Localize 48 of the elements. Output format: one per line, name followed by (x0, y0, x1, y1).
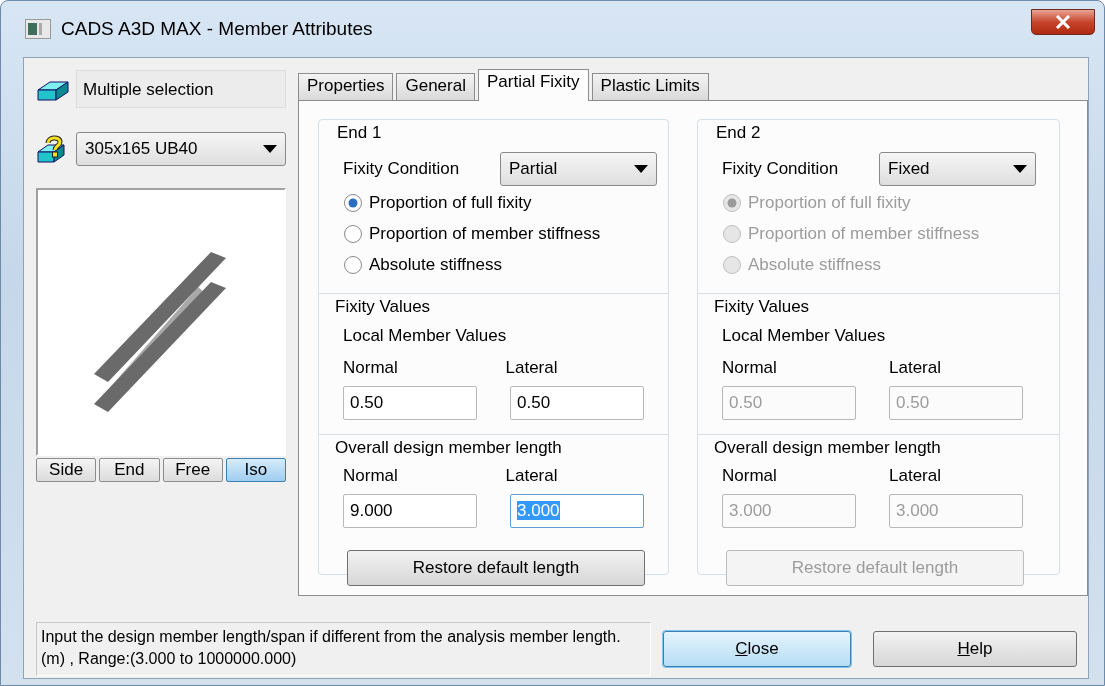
radio-button[interactable] (343, 255, 363, 275)
option-label: Absolute stiffness (748, 254, 881, 277)
field-label: Normal (722, 356, 778, 379)
tab[interactable]: Plastic Limits (591, 73, 709, 100)
field-label: Lateral (505, 464, 559, 487)
restore-default-button[interactable]: Restore default length (347, 550, 645, 586)
close-button[interactable] (1031, 9, 1095, 35)
field-label: Fixity Condition (343, 157, 461, 180)
option-label: Proportion of member stiffness (369, 223, 601, 246)
section-dropdown[interactable]: 305x165 UB40 (76, 132, 286, 166)
input-field[interactable]: 0.50 (343, 386, 477, 420)
section-subtitle: Local Member Values (722, 325, 886, 347)
section-title: Overall design member length (333, 438, 564, 458)
hint-text: Input the design member length/span if different from the analysis member length. (m) , Range:(3.000 to 1000000.000) (36, 622, 651, 676)
field-label: Normal (343, 356, 399, 379)
field-label: Lateral (889, 356, 942, 379)
option-label: Proportion of full fixity (748, 192, 911, 215)
caret-icon (634, 164, 648, 173)
field-label: Lateral (505, 356, 559, 379)
section-subtitle: Local Member Values (343, 325, 507, 347)
option-label: Proportion of full fixity (369, 192, 532, 215)
tab[interactable]: Properties (298, 73, 394, 100)
dialog-button[interactable]: Help (873, 631, 1077, 667)
selection-field: Multiple selection (76, 70, 286, 108)
option-label: Proportion of member stiffness (748, 223, 980, 246)
field-label: Normal (343, 464, 399, 487)
view-button[interactable]: Side (36, 458, 97, 482)
radio-button[interactable] (343, 193, 363, 213)
dialog-button[interactable]: Close (663, 631, 851, 667)
input-field[interactable]: 9.000 (343, 494, 477, 528)
tab[interactable]: Partial Fixity (477, 69, 589, 101)
view-button[interactable]: End (99, 458, 160, 482)
caret-icon (263, 145, 277, 153)
caret-icon (1013, 164, 1027, 173)
window-title: CADS A3D MAX - Member Attributes (61, 16, 373, 41)
field-label: Normal (722, 464, 778, 487)
field-label: Lateral (889, 464, 942, 487)
fixity-dropdown[interactable]: Partial (500, 151, 657, 186)
view-button[interactable]: Iso (225, 458, 286, 482)
tab[interactable]: General (396, 73, 475, 100)
close-icon (1055, 15, 1071, 29)
field-label: Fixity Condition (722, 157, 840, 180)
radio-button[interactable] (343, 224, 363, 244)
view-button[interactable]: Free (162, 458, 223, 482)
option-label: Absolute stiffness (369, 254, 502, 277)
app-icon (25, 19, 51, 39)
section-title: Overall design member length (712, 438, 943, 458)
input-field[interactable]: 0.50 (510, 386, 644, 420)
